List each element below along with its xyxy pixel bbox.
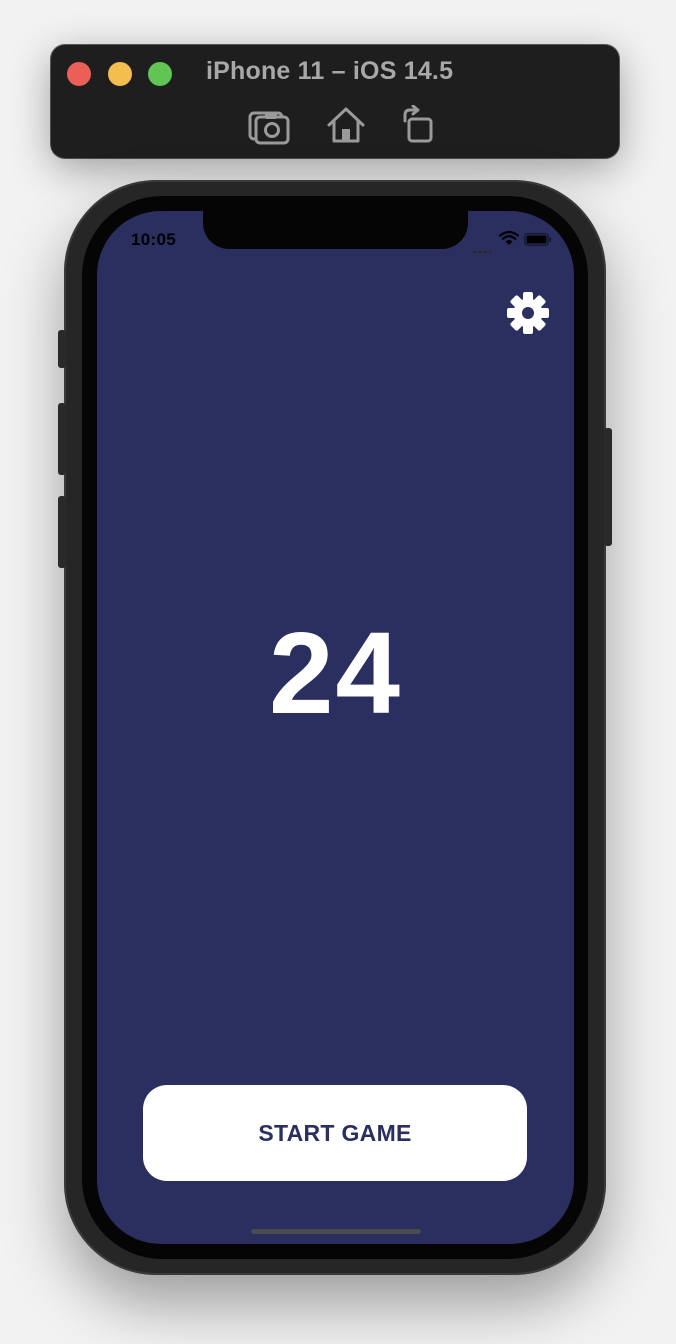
screenshot-icon[interactable] [247,105,291,145]
counter-display: 24 [268,608,403,738]
battery-icon [524,233,552,246]
rotate-icon[interactable] [399,105,443,145]
gear-icon [507,292,549,334]
power-button [604,428,612,546]
settings-button[interactable] [506,291,550,335]
volume-up-button [58,403,66,475]
start-game-button[interactable]: START GAME [143,1085,527,1181]
volume-down-button [58,496,66,568]
wifi-icon [498,230,520,247]
home-icon[interactable] [325,105,369,145]
status-time: 10:05 [131,230,176,249]
simulator-title: iPhone 11 – iOS 14.5 [206,57,454,85]
simulator-toolbar: iPhone 11 – iOS 14.5 [51,45,619,158]
window-minimize-button[interactable] [108,62,132,86]
signal-icon [473,241,493,254]
notch [203,211,468,249]
window-close-button[interactable] [67,62,91,86]
home-indicator[interactable] [251,1229,421,1234]
app-screen: 10:05 24 START GAME [97,211,574,1244]
window-zoom-button[interactable] [148,62,172,86]
mute-switch [58,330,66,368]
